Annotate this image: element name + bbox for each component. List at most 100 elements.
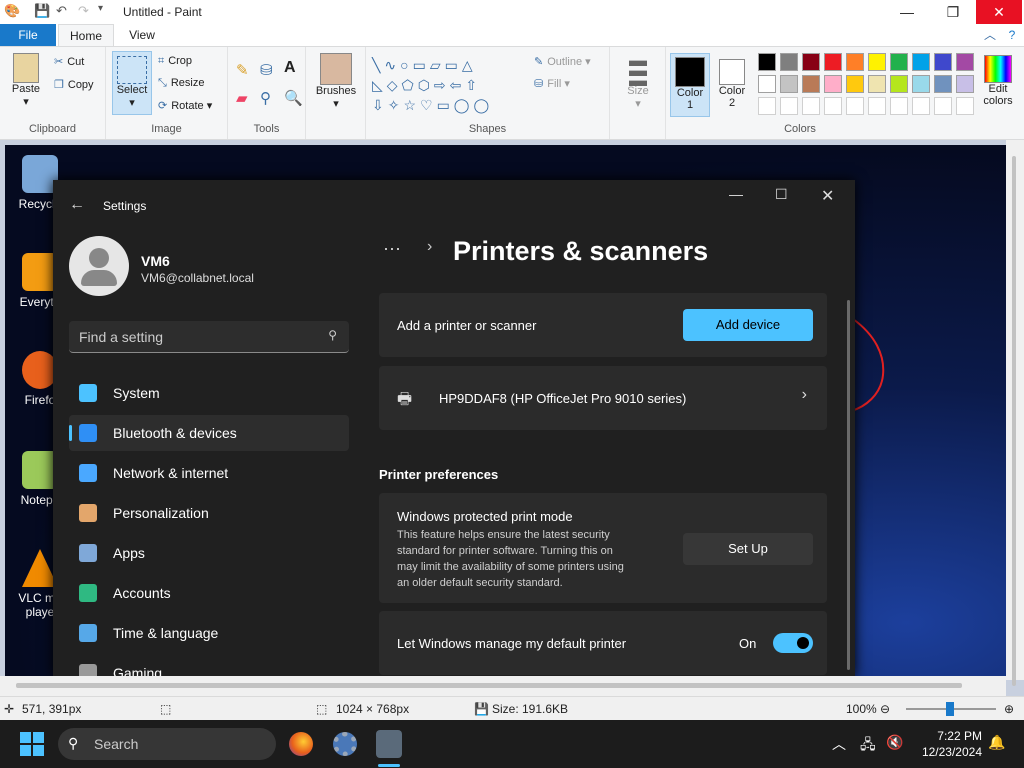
color-swatch[interactable]: [758, 97, 776, 115]
settings-close-button[interactable]: ✕: [821, 186, 834, 206]
printer-item[interactable]: 🖶 HP9DDAF8 (HP OfficeJet Pro 9010 series…: [379, 366, 827, 430]
taskbar-search[interactable]: ⚲ Search: [58, 728, 276, 760]
color-swatch[interactable]: [846, 97, 864, 115]
color-swatch[interactable]: [890, 97, 908, 115]
settings-maximize-button[interactable]: ☐: [775, 186, 788, 203]
rotate-button[interactable]: ⟳ Rotate ▾: [158, 99, 212, 112]
edit-colors-button[interactable]: Edit colors: [976, 55, 1020, 107]
firefox-taskbar-icon[interactable]: [289, 732, 313, 756]
fill-bucket-icon[interactable]: ⛁: [260, 61, 273, 79]
default-printer-toggle[interactable]: [773, 633, 813, 653]
color-swatch[interactable]: [780, 97, 798, 115]
magnifier-icon[interactable]: 🔍: [284, 89, 303, 107]
outline-dropdown[interactable]: ✎ Outline ▾: [534, 55, 591, 68]
zoom-in-button[interactable]: ⊕: [1004, 702, 1014, 716]
color-swatch[interactable]: [824, 53, 842, 71]
search-setting-input[interactable]: Find a setting ⚲: [69, 321, 349, 353]
minimize-button[interactable]: —: [884, 0, 930, 24]
color-swatch[interactable]: [758, 53, 776, 71]
color-swatch[interactable]: [802, 53, 820, 71]
nav-item-network-internet[interactable]: Network & internet: [69, 455, 349, 491]
start-button[interactable]: [20, 732, 44, 756]
undo-icon[interactable]: ↶: [56, 3, 67, 19]
select-button[interactable]: Select ▾: [112, 51, 152, 115]
canvas-horizontal-scrollbar[interactable]: [0, 676, 1006, 696]
nav-item-personalization[interactable]: Personalization: [69, 495, 349, 531]
fill-dropdown[interactable]: ⛁ Fill ▾: [534, 77, 570, 90]
color-swatch[interactable]: [780, 53, 798, 71]
pencil-icon[interactable]: ✎: [236, 61, 249, 79]
volume-muted-icon[interactable]: 🔇: [886, 734, 903, 751]
network-icon[interactable]: 🖧: [860, 734, 876, 758]
settings-taskbar-icon[interactable]: [333, 732, 357, 756]
color-swatch[interactable]: [934, 75, 952, 93]
nav-item-apps[interactable]: Apps: [69, 535, 349, 571]
clock-time[interactable]: 7:22 PM: [920, 729, 982, 743]
color-2-button[interactable]: Color 2: [714, 53, 750, 117]
color-swatch[interactable]: [824, 97, 842, 115]
help-icon[interactable]: ?: [1002, 24, 1022, 46]
color-swatch[interactable]: [912, 97, 930, 115]
color-swatch[interactable]: [934, 97, 952, 115]
copy-button[interactable]: ❐ Copy: [54, 78, 94, 91]
restore-button[interactable]: ❐: [930, 0, 976, 24]
color-swatch[interactable]: [846, 75, 864, 93]
color-swatch[interactable]: [956, 53, 974, 71]
tab-file[interactable]: File: [0, 24, 56, 46]
color-swatch[interactable]: [912, 75, 930, 93]
paste-button[interactable]: Paste ▾: [6, 53, 46, 108]
color-swatch[interactable]: [868, 97, 886, 115]
color-swatch[interactable]: [758, 75, 776, 93]
color-swatch[interactable]: [956, 97, 974, 115]
notification-bell-icon[interactable]: 🔔: [988, 734, 1005, 751]
nav-item-time-language[interactable]: Time & language: [69, 615, 349, 651]
color-picker-icon[interactable]: ⚲: [260, 89, 271, 107]
color-swatch[interactable]: [780, 75, 798, 93]
zoom-slider-thumb[interactable]: [946, 702, 954, 716]
color-swatch[interactable]: [824, 75, 842, 93]
eraser-icon[interactable]: ▰: [236, 89, 248, 107]
zoom-out-button[interactable]: ⊖: [880, 702, 890, 716]
collapse-ribbon-icon[interactable]: ︿: [980, 24, 1000, 46]
clock-date[interactable]: 12/23/2024: [914, 745, 982, 759]
settings-scrollbar[interactable]: [847, 300, 850, 670]
save-icon[interactable]: 💾: [34, 3, 50, 19]
color-swatch[interactable]: [890, 75, 908, 93]
canvas-vertical-scrollbar[interactable]: [1006, 140, 1024, 686]
breadcrumb-more[interactable]: ···: [383, 238, 401, 259]
color-swatch[interactable]: [868, 53, 886, 71]
close-button[interactable]: ✕: [976, 0, 1022, 24]
zoom-slider[interactable]: [906, 702, 996, 716]
size-button[interactable]: ▬ ▬ ▬ Size ▾: [618, 51, 658, 110]
add-device-button[interactable]: Add device: [683, 309, 813, 341]
cut-button[interactable]: ✂ Cut: [54, 55, 84, 68]
color-swatch[interactable]: [802, 97, 820, 115]
back-arrow-icon[interactable]: ←: [69, 196, 85, 214]
tab-home[interactable]: Home: [58, 24, 114, 46]
color-swatch[interactable]: [846, 53, 864, 71]
chevron-up-icon[interactable]: ︿: [832, 734, 846, 754]
color-swatch[interactable]: [956, 75, 974, 93]
color-swatch[interactable]: [912, 53, 930, 71]
color-swatch[interactable]: [802, 75, 820, 93]
color-swatch[interactable]: [868, 75, 886, 93]
tab-view[interactable]: View: [114, 24, 170, 46]
shapes-gallery[interactable]: ╲∿○▭▱▭△ ◺◇⬠⬡⇨⇦⇧ ⇩✧☆♡▭◯◯: [372, 55, 493, 115]
nav-item-accounts[interactable]: Accounts: [69, 575, 349, 611]
crop-button[interactable]: ⌗ Crop: [158, 55, 192, 68]
text-icon[interactable]: A: [284, 59, 296, 77]
paint-taskbar-icon[interactable]: [376, 730, 402, 758]
redo-icon[interactable]: ↷: [78, 3, 89, 19]
nav-item-bluetooth-devices[interactable]: Bluetooth & devices: [69, 415, 349, 451]
canvas-image[interactable]: Recycle Everyth Firefo Notepa VLC me play…: [5, 145, 1006, 676]
set-up-button[interactable]: Set Up: [683, 533, 813, 565]
resize-button[interactable]: ⤡ Resize: [158, 77, 204, 90]
nav-item-system[interactable]: System: [69, 375, 349, 411]
color-swatch[interactable]: [890, 53, 908, 71]
brushes-button[interactable]: Brushes ▾: [314, 53, 358, 110]
quick-access-dropdown-icon[interactable]: ▾: [98, 3, 103, 14]
nav-item-gaming[interactable]: Gaming: [69, 655, 349, 676]
settings-minimize-button[interactable]: —: [729, 186, 743, 202]
color-swatch[interactable]: [934, 53, 952, 71]
color-1-button[interactable]: Color 1: [670, 53, 710, 117]
